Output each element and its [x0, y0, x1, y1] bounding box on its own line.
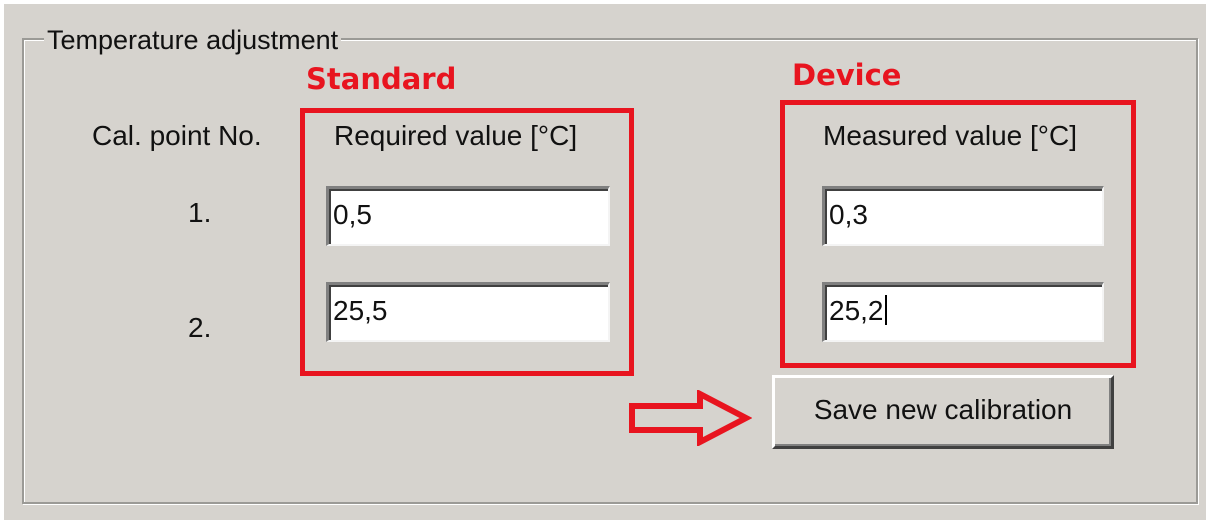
measured-value-header: Measured value [°C]: [823, 120, 1077, 151]
required-value-1-text: 0,5: [333, 199, 372, 230]
measured-value-2-input[interactable]: 25,2: [822, 282, 1104, 342]
standard-annotation: Standard: [306, 62, 457, 96]
measured-value-2-text: 25,2: [829, 295, 884, 326]
text-cursor: [884, 295, 887, 325]
device-annotation: Device: [792, 58, 902, 92]
cal-point-1-label: 1.: [188, 197, 212, 228]
measured-value-1-text: 0,3: [829, 199, 868, 230]
required-value-header: Required value [°C]: [334, 120, 578, 151]
right-arrow-icon: [628, 389, 753, 451]
required-value-2-text: 25,5: [333, 295, 388, 326]
required-value-1-input[interactable]: 0,5: [326, 186, 610, 246]
measured-value-1-input[interactable]: 0,3: [822, 186, 1104, 246]
save-calibration-button[interactable]: Save new calibration: [772, 375, 1114, 449]
groupbox-title: Temperature adjustment: [44, 24, 342, 56]
required-value-2-input[interactable]: 25,5: [326, 282, 610, 342]
cal-point-header: Cal. point No.: [92, 120, 262, 151]
cal-point-2-label: 2.: [188, 312, 212, 343]
